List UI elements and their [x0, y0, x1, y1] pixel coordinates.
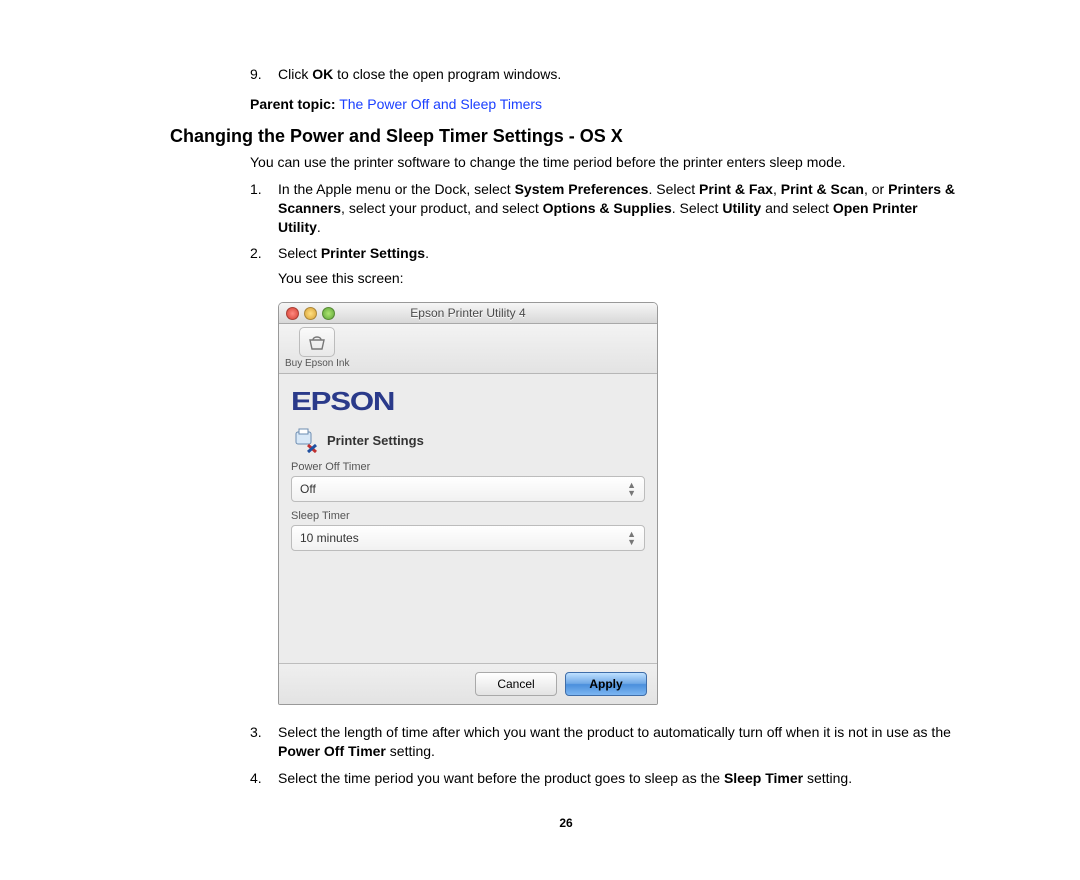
parent-topic-link[interactable]: The Power Off and Sleep Timers — [339, 96, 542, 112]
step-text: Select Printer Settings. — [278, 245, 429, 261]
power-off-timer-label: Power Off Timer — [291, 461, 645, 473]
osx-window: Epson Printer Utility 4 Buy Epson Ink EP… — [278, 302, 658, 705]
basket-icon — [299, 327, 335, 357]
window-content: EPSON Printer Settings Power Off Timer — [279, 374, 657, 663]
window-toolbar: Buy Epson Ink — [279, 324, 657, 374]
window-titlebar: Epson Printer Utility 4 — [279, 303, 657, 324]
close-icon[interactable] — [286, 307, 299, 320]
embedded-screenshot: Epson Printer Utility 4 Buy Epson Ink EP… — [278, 302, 962, 705]
section-intro: You can use the printer software to chan… — [250, 153, 962, 172]
section-heading: Changing the Power and Sleep Timer Setti… — [170, 126, 962, 147]
minimize-icon[interactable] — [304, 307, 317, 320]
spacer — [291, 559, 645, 651]
sleep-timer-value: 10 minutes — [300, 531, 359, 545]
chevron-updown-icon: ▲▼ — [627, 481, 636, 497]
step-number: 1. — [250, 180, 262, 199]
power-off-timer-select[interactable]: Off ▲▼ — [291, 476, 645, 502]
step-text: Select the time period you want before t… — [278, 770, 852, 786]
step-number: 4. — [250, 769, 262, 788]
window-title: Epson Printer Utility 4 — [279, 306, 657, 320]
step-text: Click OK to close the open program windo… — [278, 66, 561, 82]
traffic-lights — [286, 307, 335, 320]
page-number: 26 — [170, 816, 962, 830]
step-number: 2. — [250, 244, 262, 263]
apply-button[interactable]: Apply — [565, 672, 647, 696]
power-off-timer-value: Off — [300, 482, 316, 496]
step-number: 9. — [250, 65, 262, 84]
toolbar-buy-ink[interactable]: Buy Epson Ink — [285, 327, 349, 369]
parent-topic: Parent topic: The Power Off and Sleep Ti… — [250, 96, 962, 112]
you-see-line: You see this screen: — [278, 269, 962, 288]
step-2: 2. Select Printer Settings. You see this… — [250, 244, 962, 288]
step-4: 4. Select the time period you want befor… — [250, 769, 962, 788]
printer-icon — [291, 427, 319, 453]
step-text: Select the length of time after which yo… — [278, 724, 951, 759]
sleep-timer-label: Sleep Timer — [291, 510, 645, 522]
step-1: 1. In the Apple menu or the Dock, select… — [250, 180, 962, 237]
step-text: In the Apple menu or the Dock, select Sy… — [278, 181, 955, 235]
step-number: 3. — [250, 723, 262, 742]
sleep-timer-select[interactable]: 10 minutes ▲▼ — [291, 525, 645, 551]
chevron-updown-icon: ▲▼ — [627, 530, 636, 546]
toolbar-buy-ink-label: Buy Epson Ink — [285, 358, 349, 369]
epson-logo: EPSON — [291, 386, 658, 417]
printer-settings-header: Printer Settings — [291, 427, 645, 453]
window-footer: Cancel Apply — [279, 663, 657, 704]
zoom-icon[interactable] — [322, 307, 335, 320]
parent-topic-label: Parent topic: — [250, 96, 336, 112]
step-3: 3. Select the length of time after which… — [250, 723, 962, 761]
printer-settings-label: Printer Settings — [327, 433, 424, 448]
step-9: 9. Click OK to close the open program wi… — [250, 65, 962, 84]
cancel-button[interactable]: Cancel — [475, 672, 557, 696]
